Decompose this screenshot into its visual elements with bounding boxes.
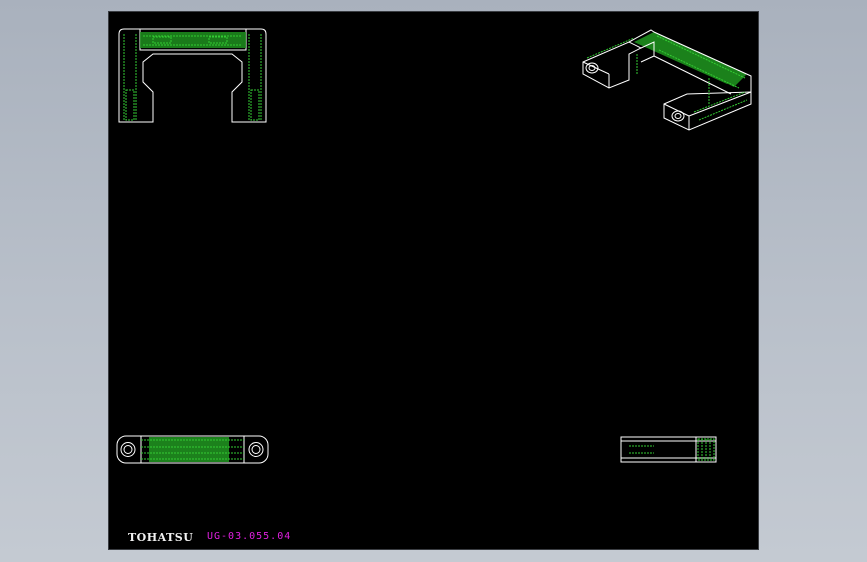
side-view[interactable] xyxy=(109,12,758,549)
drawing-number-label: UG-03.055.04 xyxy=(207,531,292,542)
drawing-sheet[interactable]: TOHATSU UG-03.055.04 xyxy=(109,12,758,549)
brand-label: TOHATSU xyxy=(128,531,194,544)
